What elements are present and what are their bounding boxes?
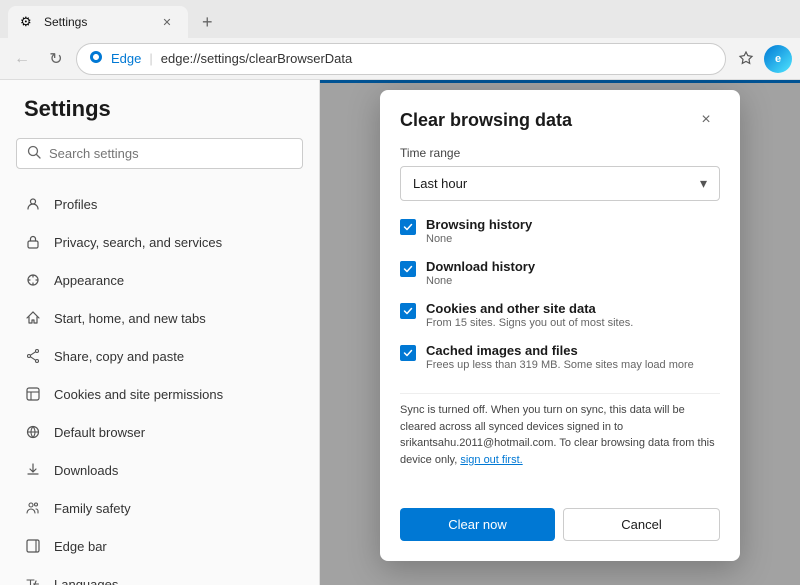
cached-images-checkbox[interactable] (400, 345, 416, 361)
download-history-item: Download history None (400, 259, 720, 287)
profiles-icon (24, 195, 42, 213)
url-bar[interactable]: Edge | edge://settings/clearBrowserData (76, 43, 726, 75)
cookies-label: Cookies and other site data (426, 301, 633, 316)
family-safety-label: Family safety (54, 501, 131, 516)
download-history-label: Download history (426, 259, 535, 274)
tab-close-button[interactable]: ✕ (158, 13, 176, 31)
cookies-sublabel: From 15 sites. Signs you out of most sit… (426, 317, 633, 329)
url-brand: Edge (111, 51, 141, 66)
cookies-checkbox[interactable] (400, 303, 416, 319)
edge-profile-button[interactable]: e (764, 45, 792, 73)
search-icon (27, 145, 41, 162)
sync-notice: Sync is turned off. When you turn on syn… (400, 393, 720, 476)
new-tab-area: + (194, 12, 221, 33)
browser-chrome: ⚙ Settings ✕ + ← ↻ Edge | edge://setting… (0, 0, 800, 80)
time-range-value: Last hour (413, 176, 467, 191)
tab-title: Settings (44, 15, 150, 29)
sync-notice-text: Sync is turned off. When you turn on syn… (400, 404, 715, 466)
cookies-text: Cookies and other site data From 15 site… (426, 301, 633, 329)
sidebar-item-default-browser[interactable]: Default browser (0, 413, 319, 451)
tab-bar: ⚙ Settings ✕ + (0, 0, 800, 38)
search-box[interactable] (16, 138, 303, 169)
browsing-history-sublabel: None (426, 233, 532, 245)
default-browser-icon (24, 423, 42, 441)
browsing-history-checkbox[interactable] (400, 219, 416, 235)
privacy-label: Privacy, search, and services (54, 235, 222, 250)
modal-overlay: Clear browsing data × Time range Last ho… (320, 80, 800, 585)
dialog-close-button[interactable]: × (692, 106, 720, 134)
cancel-button[interactable]: Cancel (563, 508, 720, 541)
dialog-header: Clear browsing data × (380, 90, 740, 146)
cached-images-item: Cached images and files Frees up less th… (400, 343, 720, 371)
languages-icon (24, 575, 42, 585)
edge-bar-icon (24, 537, 42, 555)
time-range-dropdown[interactable]: Last hour ▾ (400, 166, 720, 201)
sidebar-item-profiles[interactable]: Profiles (0, 185, 319, 223)
cached-images-label: Cached images and files (426, 343, 694, 358)
sidebar-item-privacy[interactable]: Privacy, search, and services (0, 223, 319, 261)
new-tab-button[interactable]: + (194, 12, 221, 33)
main-content: Settings Profiles Privacy, search, and s… (0, 80, 800, 585)
cookies-item: Cookies and other site data From 15 site… (400, 301, 720, 329)
clear-browsing-data-dialog: Clear browsing data × Time range Last ho… (380, 90, 740, 561)
content-area: Clear browsing data × Time range Last ho… (320, 80, 800, 585)
sidebar-item-start-home[interactable]: Start, home, and new tabs (0, 299, 319, 337)
browsing-history-item: Browsing history None (400, 217, 720, 245)
sidebar: Settings Profiles Privacy, search, and s… (0, 80, 320, 585)
start-home-icon (24, 309, 42, 327)
profiles-label: Profiles (54, 197, 97, 212)
browsing-history-text: Browsing history None (426, 217, 532, 245)
sidebar-item-share-copy[interactable]: Share, copy and paste (0, 337, 319, 375)
address-actions: e (732, 45, 792, 73)
tab-favicon-icon: ⚙ (20, 14, 36, 30)
share-copy-icon (24, 347, 42, 365)
share-copy-label: Share, copy and paste (54, 349, 184, 364)
sidebar-item-family-safety[interactable]: Family safety (0, 489, 319, 527)
default-browser-label: Default browser (54, 425, 145, 440)
cookies-icon (24, 385, 42, 403)
appearance-label: Appearance (54, 273, 124, 288)
active-tab[interactable]: ⚙ Settings ✕ (8, 6, 188, 38)
favorites-button[interactable] (732, 45, 760, 73)
sidebar-item-downloads[interactable]: Downloads (0, 451, 319, 489)
edge-bar-label: Edge bar (54, 539, 107, 554)
download-history-text: Download history None (426, 259, 535, 287)
dialog-title: Clear browsing data (400, 110, 572, 131)
url-address: edge://settings/clearBrowserData (161, 51, 713, 66)
clear-now-button[interactable]: Clear now (400, 508, 555, 541)
back-button[interactable]: ← (8, 45, 36, 73)
edge-brand-icon (89, 50, 103, 67)
search-input[interactable] (49, 146, 292, 161)
languages-label: Languages (54, 577, 118, 585)
download-history-checkbox[interactable] (400, 261, 416, 277)
start-home-label: Start, home, and new tabs (54, 311, 206, 326)
downloads-icon (24, 461, 42, 479)
downloads-label: Downloads (54, 463, 118, 478)
time-range-label: Time range (400, 146, 720, 160)
address-bar: ← ↻ Edge | edge://settings/clearBrowserD… (0, 38, 800, 80)
url-separator: | (149, 51, 152, 66)
checkboxes-area: Browsing history None Download (400, 217, 724, 385)
settings-title: Settings (0, 96, 319, 138)
cached-images-sublabel: Frees up less than 319 MB. Some sites ma… (426, 359, 694, 371)
appearance-icon (24, 271, 42, 289)
privacy-icon (24, 233, 42, 251)
browsing-history-label: Browsing history (426, 217, 532, 232)
dialog-footer: Clear now Cancel (380, 508, 740, 561)
sidebar-item-cookies[interactable]: Cookies and site permissions (0, 375, 319, 413)
sidebar-item-edge-bar[interactable]: Edge bar (0, 527, 319, 565)
cookies-label: Cookies and site permissions (54, 387, 223, 402)
download-history-sublabel: None (426, 275, 535, 287)
family-safety-icon (24, 499, 42, 517)
sidebar-item-languages[interactable]: Languages (0, 565, 319, 585)
dialog-body: Time range Last hour ▾ (380, 146, 740, 508)
refresh-button[interactable]: ↻ (42, 45, 70, 73)
cached-images-text: Cached images and files Frees up less th… (426, 343, 694, 371)
sidebar-item-appearance[interactable]: Appearance (0, 261, 319, 299)
dropdown-arrow-icon: ▾ (700, 175, 707, 192)
sign-out-link[interactable]: sign out first. (460, 454, 522, 466)
